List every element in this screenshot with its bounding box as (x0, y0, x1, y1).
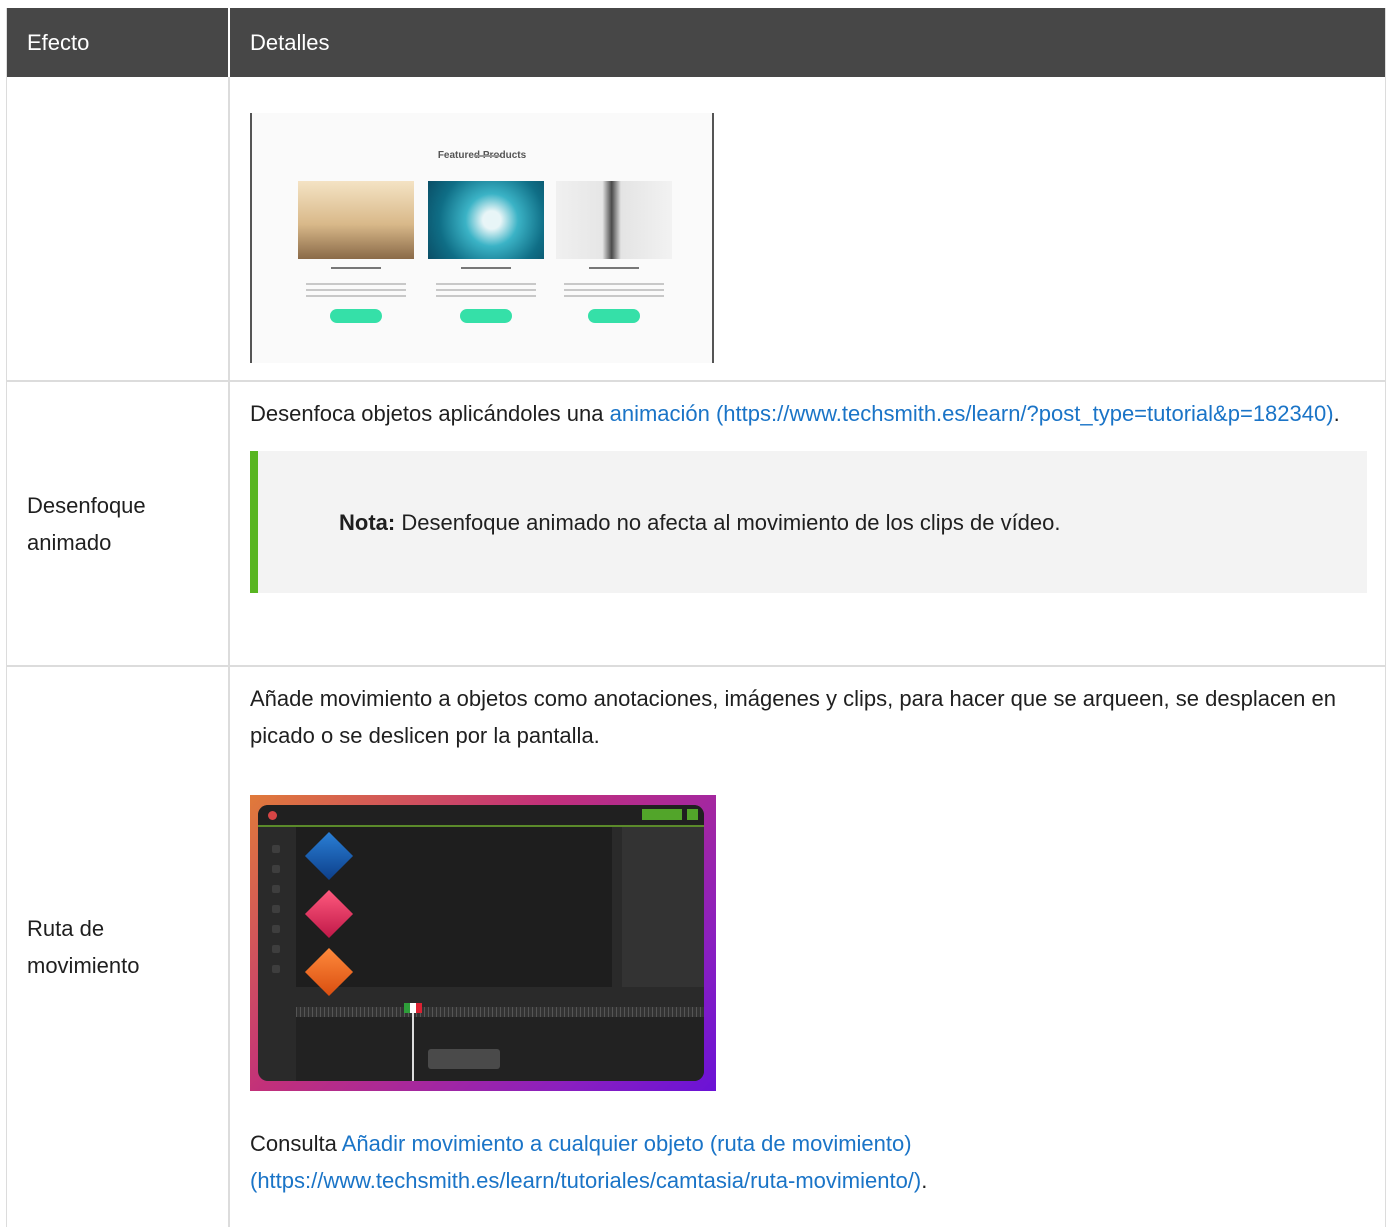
surfboard-photo (556, 181, 672, 259)
effect-details: Featured Products (230, 77, 1385, 380)
timeline (296, 1003, 704, 1081)
effect-details: Desenfoca objetos aplicándoles una anima… (230, 382, 1385, 665)
period: . (1333, 401, 1340, 426)
preview-canvas (296, 827, 612, 997)
table-row: Featured Products (7, 77, 1385, 382)
effect-description: Añade movimiento a objetos como anotacio… (250, 686, 1337, 748)
product-card (298, 181, 414, 323)
timeline-clip (428, 1049, 500, 1069)
marker-01-diamond (304, 831, 354, 881)
marker-02-diamond (304, 889, 354, 939)
see-also: Consulta Añadir movimiento a cualquier o… (250, 1125, 1367, 1199)
table-row: Ruta de movimiento Añade movimiento a ob… (7, 667, 1385, 1227)
read-more-button[interactable] (460, 309, 512, 323)
motion-path-image (250, 795, 716, 1091)
record-icon (268, 811, 277, 820)
header-effect: Efecto (7, 8, 230, 77)
product-card (428, 181, 544, 323)
window-toolbar (258, 805, 704, 827)
see-text: Consulta (250, 1131, 342, 1156)
card-title (589, 267, 639, 269)
playhead-handle (404, 1003, 422, 1013)
card-text (436, 295, 536, 297)
table-row: Desenfoque animado Desenfoca objetos apl… (7, 382, 1385, 667)
share-icon (687, 809, 698, 820)
marker-04-diamond (304, 947, 354, 997)
playhead (412, 1007, 414, 1081)
timeline-ruler (296, 1007, 704, 1017)
effect-name-empty (7, 77, 230, 380)
effect-details: Añade movimiento a objetos como anotacio… (230, 667, 1385, 1227)
surfer-photo (298, 181, 414, 259)
motion-path-link[interactable]: Añadir movimiento a cualquier objeto (ru… (250, 1131, 921, 1193)
table-header: Efecto Detalles (7, 8, 1385, 77)
card-text (436, 289, 536, 291)
wave-photo (428, 181, 544, 259)
featured-products-image: Featured Products (250, 113, 714, 363)
card-text (564, 289, 664, 291)
export-button (642, 809, 682, 820)
note-box: Nota: Desenfoque animado no afecta al mo… (250, 451, 1367, 593)
card-text (306, 295, 406, 297)
card-title (331, 267, 381, 269)
description-text: Desenfoca objetos aplicándoles una (250, 401, 610, 426)
header-details: Detalles (250, 29, 330, 55)
card-text (306, 289, 406, 291)
effects-table: Efecto Detalles Featured Products Desenf… (6, 8, 1386, 1227)
note-text: Desenfoque animado no afecta al movimien… (395, 509, 1061, 535)
effect-description: Desenfoca objetos aplicándoles una anima… (250, 395, 1367, 432)
title-underline (474, 155, 500, 157)
effect-name: Ruta de movimiento (7, 667, 230, 1227)
properties-panel (622, 827, 704, 987)
tool-sidebar (272, 845, 280, 985)
card-title (461, 267, 511, 269)
card-text (564, 283, 664, 285)
read-more-button[interactable] (588, 309, 640, 323)
period: . (921, 1168, 928, 1193)
product-card (556, 181, 672, 323)
card-text (436, 283, 536, 285)
read-more-button[interactable] (330, 309, 382, 323)
note-label: Nota: (339, 509, 396, 535)
animation-link[interactable]: animación (https://www.techsmith.es/lear… (610, 401, 1334, 426)
card-text (564, 295, 664, 297)
camtasia-window (258, 805, 704, 1081)
card-text (306, 283, 406, 285)
effect-name: Desenfoque animado (7, 382, 230, 665)
